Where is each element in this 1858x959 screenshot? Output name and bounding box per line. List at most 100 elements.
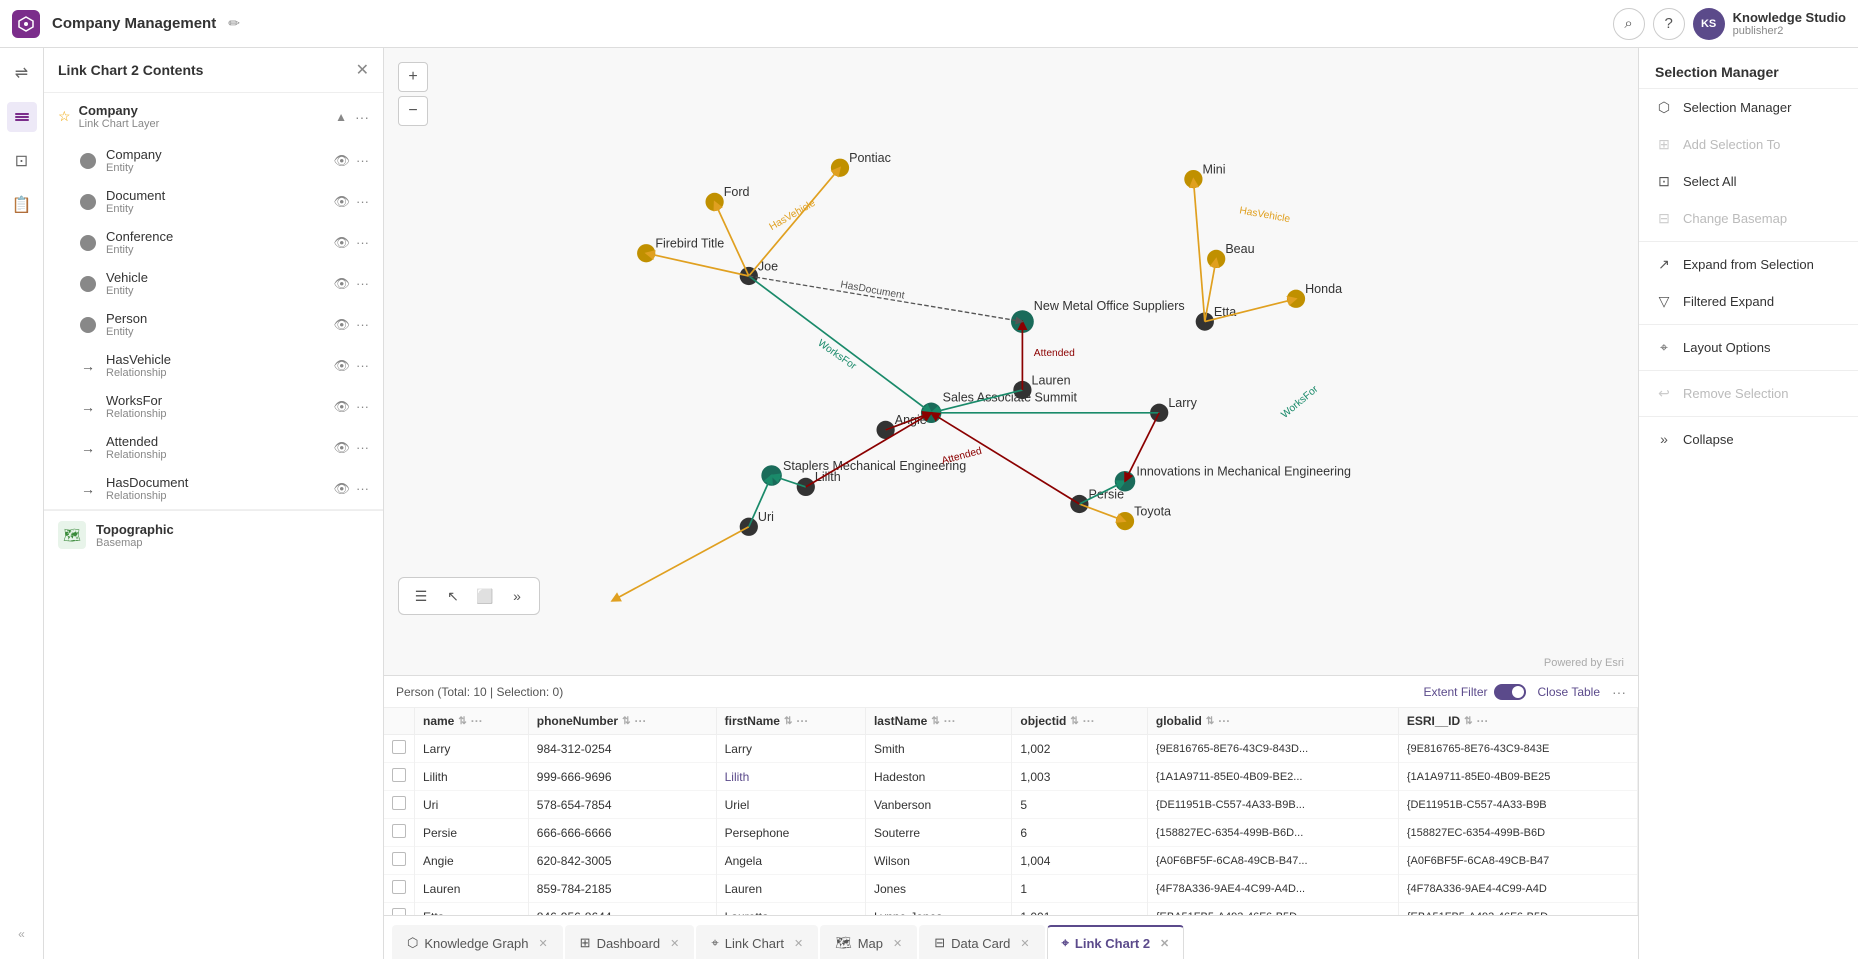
col-gid-more[interactable]: ··· xyxy=(1218,714,1230,728)
tab-lc2-close[interactable]: ✕ xyxy=(1160,937,1169,950)
eye-icon[interactable]: 👁 xyxy=(333,317,350,333)
row-checkbox[interactable] xyxy=(392,824,406,838)
tab-knowledge-graph[interactable]: ⬡ Knowledge Graph ✕ xyxy=(392,925,563,959)
col-phone-more[interactable]: ··· xyxy=(635,714,647,728)
row-checkbox-cell[interactable] xyxy=(384,847,415,875)
layer-group-header[interactable]: ☆ Company Link Chart Layer ▲ ··· xyxy=(44,93,383,140)
edit-icon[interactable]: ✏ xyxy=(228,15,240,32)
col-esri-more[interactable]: ··· xyxy=(1477,714,1489,728)
eye-icon[interactable]: 👁 xyxy=(333,358,350,374)
more-button[interactable]: ··· xyxy=(356,235,369,250)
row-checkbox[interactable] xyxy=(392,908,406,915)
rail-exchange-icon[interactable]: ⇌ xyxy=(7,58,37,88)
sort-esri-icon[interactable]: ⇅ xyxy=(1464,716,1472,727)
table-row[interactable]: Lilith 999-666-9696 Lilith Hadeston 1,00… xyxy=(384,763,1638,791)
help-button[interactable]: ? xyxy=(1653,8,1685,40)
cell-name: Angie xyxy=(415,847,529,875)
rail-doc-icon[interactable]: 📋 xyxy=(7,190,37,220)
col-ln-more[interactable]: ··· xyxy=(944,714,956,728)
tab-link-chart-2[interactable]: ⌖ Link Chart 2 ✕ xyxy=(1047,925,1185,959)
table-row[interactable]: Lauren 859-784-2185 Lauren Jones 1 {4F78… xyxy=(384,875,1638,903)
more-button[interactable]: ··· xyxy=(356,276,369,291)
eye-icon[interactable]: 👁 xyxy=(333,153,350,169)
col-oid-more[interactable]: ··· xyxy=(1083,714,1095,728)
eye-icon[interactable]: 👁 xyxy=(333,276,350,292)
node-honda[interactable] xyxy=(1287,290,1305,308)
menu-item-layout-options[interactable]: ⌖ Layout Options xyxy=(1639,329,1858,366)
row-checkbox-cell[interactable] xyxy=(384,819,415,847)
eye-icon[interactable]: 👁 xyxy=(333,194,350,210)
select-button[interactable]: ↖ xyxy=(439,582,467,610)
row-checkbox[interactable] xyxy=(392,796,406,810)
table-row[interactable]: Angie 620-842-3005 Angela Wilson 1,004 {… xyxy=(384,847,1638,875)
extent-filter-toggle[interactable]: Extent Filter xyxy=(1423,684,1525,700)
row-checkbox[interactable] xyxy=(392,852,406,866)
more-button[interactable]: ··· xyxy=(356,317,369,332)
svg-text:HasVehicle: HasVehicle xyxy=(768,198,818,233)
node-ford[interactable] xyxy=(705,193,723,211)
tab-lc-close[interactable]: ✕ xyxy=(794,937,803,950)
more-button[interactable]: ··· xyxy=(356,481,369,496)
table-scroll[interactable]: name ⇅ ··· phoneNumber ⇅ ··· xyxy=(384,708,1638,915)
rail-grid-icon[interactable]: ⊡ xyxy=(7,146,37,176)
more-button[interactable]: ··· xyxy=(356,153,369,168)
row-checkbox-cell[interactable] xyxy=(384,763,415,791)
table-row[interactable]: Persie 666-666-6666 Persephone Souterre … xyxy=(384,819,1638,847)
list-view-button[interactable]: ☰ xyxy=(407,582,435,610)
tab-map[interactable]: 🗺 Map ✕ xyxy=(820,925,917,959)
eye-icon[interactable]: 👁 xyxy=(333,440,350,456)
sort-gid-icon[interactable]: ⇅ xyxy=(1206,716,1214,727)
layer-item-hasvehicle-type: Relationship xyxy=(106,367,323,379)
col-name-more[interactable]: ··· xyxy=(471,714,483,728)
sort-phone-icon[interactable]: ⇅ xyxy=(622,716,630,727)
tab-link-chart[interactable]: ⌖ Link Chart ✕ xyxy=(696,925,818,959)
more-button[interactable]: ··· xyxy=(356,194,369,209)
more-button[interactable]: ··· xyxy=(356,440,369,455)
row-checkbox-cell[interactable] xyxy=(384,791,415,819)
expand-button[interactable]: » xyxy=(503,582,531,610)
sidebar-close-button[interactable]: ✕ xyxy=(356,60,369,80)
row-checkbox-cell[interactable] xyxy=(384,735,415,763)
node-uri[interactable] xyxy=(740,518,758,536)
layer-item-conference-info: Conference Entity xyxy=(106,229,323,256)
tab-data-card[interactable]: ⊟ Data Card ✕ xyxy=(919,925,1044,959)
tab-map-close[interactable]: ✕ xyxy=(893,937,902,950)
sort-name-icon[interactable]: ⇅ xyxy=(458,716,466,727)
box-select-button[interactable]: ⬜ xyxy=(471,582,499,610)
table-row[interactable]: Etta 846-956-8644 Lauretta Lynne-Jones 1… xyxy=(384,903,1638,916)
extent-filter-switch[interactable] xyxy=(1494,684,1526,700)
sort-oid-icon[interactable]: ⇅ xyxy=(1070,716,1078,727)
layer-group-more-button[interactable]: ··· xyxy=(355,109,369,125)
zoom-out-button[interactable]: − xyxy=(398,96,428,126)
row-checkbox-cell[interactable] xyxy=(384,903,415,916)
close-table-button[interactable]: Close Table xyxy=(1538,685,1600,699)
menu-item-collapse[interactable]: » Collapse xyxy=(1639,421,1858,457)
menu-item-filtered-expand[interactable]: ▽ Filtered Expand xyxy=(1639,283,1858,320)
table-row[interactable]: Uri 578-654-7854 Uriel Vanberson 5 {DE11… xyxy=(384,791,1638,819)
tab-kg-close[interactable]: ✕ xyxy=(538,937,547,950)
row-checkbox[interactable] xyxy=(392,768,406,782)
col-fn-more[interactable]: ··· xyxy=(796,714,808,728)
table-row[interactable]: Larry 984-312-0254 Larry Smith 1,002 {9E… xyxy=(384,735,1638,763)
row-checkbox-cell[interactable] xyxy=(384,875,415,903)
sort-ln-icon[interactable]: ⇅ xyxy=(931,716,939,727)
eye-icon[interactable]: 👁 xyxy=(333,481,350,497)
row-checkbox[interactable] xyxy=(392,880,406,894)
more-button[interactable]: ··· xyxy=(356,358,369,373)
tab-dashboard-close[interactable]: ✕ xyxy=(670,937,679,950)
tab-dc-close[interactable]: ✕ xyxy=(1020,937,1029,950)
more-button[interactable]: ··· xyxy=(356,399,369,414)
sort-fn-icon[interactable]: ⇅ xyxy=(784,716,792,727)
table-more-button[interactable]: ··· xyxy=(1612,684,1626,700)
menu-item-selection-manager[interactable]: ⬡ Selection Manager xyxy=(1639,89,1858,126)
menu-item-select-all[interactable]: ⊡ Select All xyxy=(1639,163,1858,200)
eye-icon[interactable]: 👁 xyxy=(333,399,350,415)
zoom-in-button[interactable]: + xyxy=(398,62,428,92)
search-button[interactable]: ⌕ xyxy=(1613,8,1645,40)
menu-item-expand-selection[interactable]: ↗ Expand from Selection xyxy=(1639,246,1858,283)
eye-icon[interactable]: 👁 xyxy=(333,235,350,251)
row-checkbox[interactable] xyxy=(392,740,406,754)
tab-dashboard[interactable]: ⊞ Dashboard ✕ xyxy=(565,925,695,959)
collapse-rail-button[interactable]: « xyxy=(7,919,37,949)
rail-layers-icon[interactable] xyxy=(7,102,37,132)
